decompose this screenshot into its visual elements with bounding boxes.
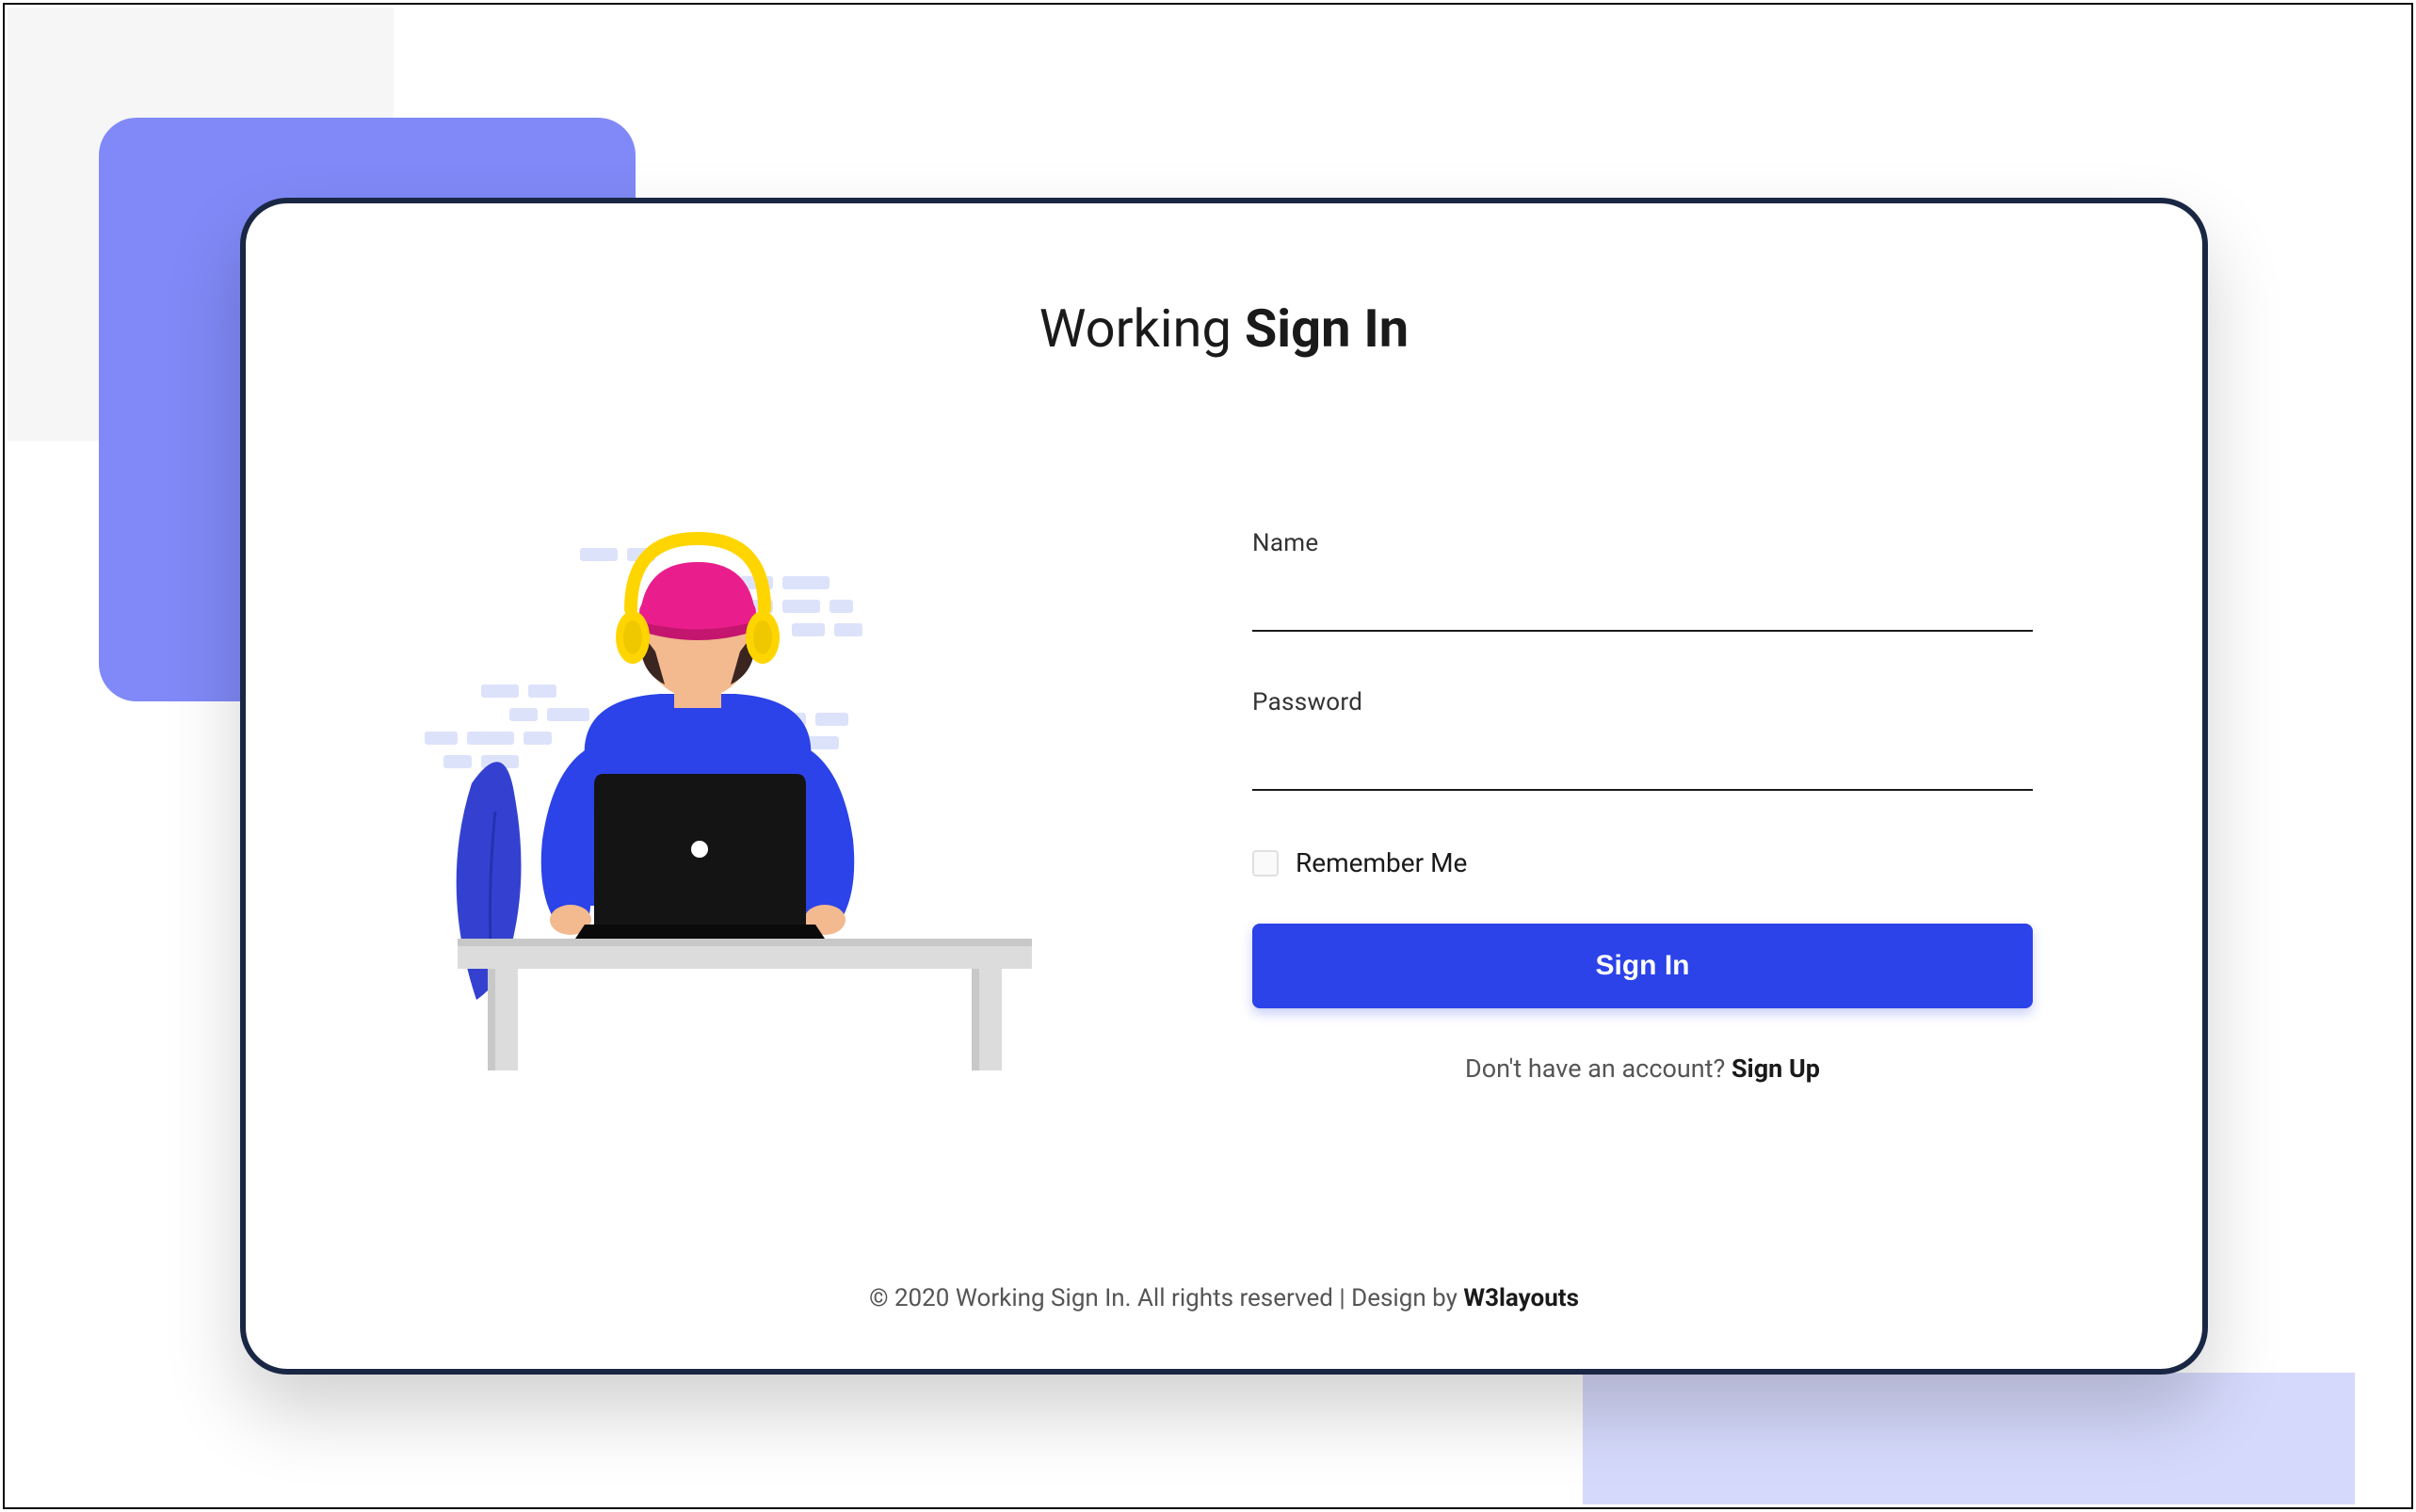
signin-button[interactable]: Sign In xyxy=(1252,924,2033,1008)
password-field-group: Password xyxy=(1252,688,2033,791)
name-label: Name xyxy=(1252,529,2033,557)
form-column: Name Password Remember Me Sign In Don't … xyxy=(1252,491,2089,1084)
signin-card: Working Sign In xyxy=(240,198,2208,1375)
signup-prompt: Don't have an account? xyxy=(1465,1054,1731,1084)
content-row: Name Password Remember Me Sign In Don't … xyxy=(321,491,2127,1247)
page-title: Working Sign In xyxy=(321,298,2127,360)
name-input[interactable] xyxy=(1252,586,2033,632)
footer: © 2020 Working Sign In. All rights reser… xyxy=(321,1247,2127,1312)
password-input[interactable] xyxy=(1252,745,2033,791)
footer-link[interactable]: W3layouts xyxy=(1463,1284,1579,1312)
title-bold: Sign In xyxy=(1245,298,1409,360)
purple-decor-block-bottom xyxy=(1583,1373,2355,1504)
signup-row: Don't have an account? Sign Up xyxy=(1252,1054,2033,1084)
remember-row: Remember Me xyxy=(1252,847,2033,878)
title-prefix: Working xyxy=(1039,298,1245,360)
password-label: Password xyxy=(1252,688,2033,716)
remember-label: Remember Me xyxy=(1296,847,1467,878)
signup-link[interactable]: Sign Up xyxy=(1731,1054,1820,1084)
outer-frame: Working Sign In xyxy=(3,3,2413,1509)
working-person-illustration xyxy=(420,510,1079,1075)
illustration-column xyxy=(359,491,1139,1075)
name-field-group: Name xyxy=(1252,529,2033,632)
remember-checkbox[interactable] xyxy=(1252,850,1279,877)
footer-text: © 2020 Working Sign In. All rights reser… xyxy=(869,1284,1463,1312)
